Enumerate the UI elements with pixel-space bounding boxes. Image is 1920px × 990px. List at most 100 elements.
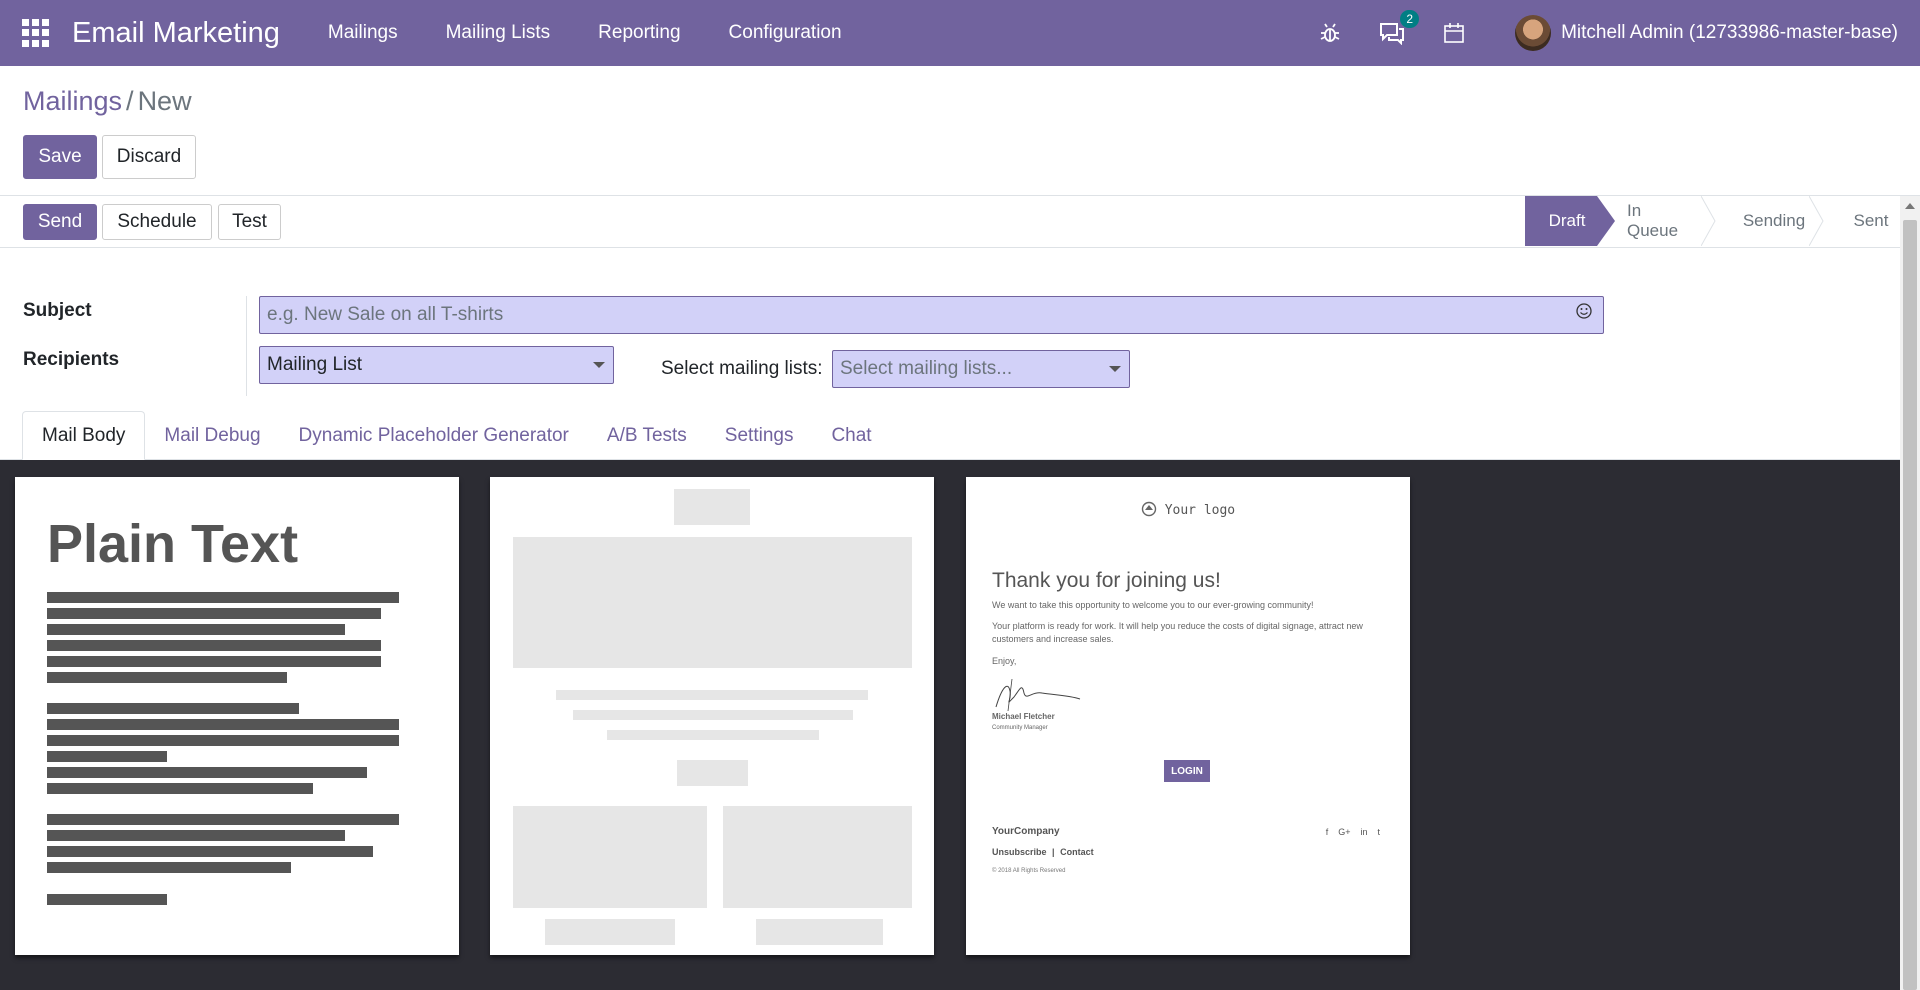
text-line	[47, 592, 399, 603]
schedule-button[interactable]: Schedule	[102, 204, 212, 240]
text-line	[47, 608, 381, 619]
text-line	[47, 735, 399, 746]
recipients-select[interactable]: Mailing List	[259, 346, 614, 384]
text-line	[47, 656, 381, 667]
tab-chat[interactable]: Chat	[812, 411, 890, 460]
stage-sent[interactable]: Sent	[1822, 196, 1900, 246]
text-line	[47, 751, 167, 762]
notebook-tabs: Mail Body Mail Debug Dynamic Placeholder…	[22, 411, 891, 460]
subject-input[interactable]: e.g. New Sale on all T-shirts	[259, 296, 1604, 334]
breadcrumb: Mailings / New	[23, 86, 192, 117]
template-welcome-line2: Your platform is ready for work. It will…	[992, 621, 1363, 644]
mailing-lists-label: Select mailing lists:	[661, 358, 823, 379]
save-button[interactable]: Save	[23, 135, 97, 179]
discard-button[interactable]: Discard	[102, 135, 196, 179]
tab-ab-tests[interactable]: A/B Tests	[588, 411, 706, 460]
logo-icon	[1141, 501, 1157, 517]
template-gallery: Plain Text Your logo Thank you for joini…	[0, 460, 1900, 990]
placeholder-column-left	[513, 806, 707, 908]
template-contact: Contact	[1060, 847, 1094, 857]
text-line	[47, 830, 345, 841]
emoji-icon[interactable]	[1575, 302, 1593, 320]
text-line	[47, 862, 291, 873]
user-avatar[interactable]	[1515, 15, 1552, 51]
menu-reporting[interactable]: Reporting	[598, 22, 680, 44]
placeholder-line	[573, 710, 853, 720]
recipients-value: Mailing List	[267, 354, 363, 375]
text-line	[47, 814, 399, 825]
template-signer-role: Community Manager	[992, 725, 1048, 731]
template-logo-text: Your logo	[1164, 503, 1236, 518]
placeholder-line	[607, 730, 819, 740]
tab-mail-debug[interactable]: Mail Debug	[145, 411, 279, 460]
bug-icon[interactable]	[1317, 20, 1343, 46]
stage-draft-label: Draft	[1548, 211, 1586, 230]
template-footer-links: Unsubscribe | Contact	[992, 847, 1094, 857]
google-plus-icon: G+	[1338, 827, 1351, 837]
placeholder-banner	[513, 537, 912, 668]
form-separator	[246, 296, 247, 396]
template-welcome-line1: We want to take this opportunity to welc…	[992, 600, 1314, 610]
template-plain-text-title: Plain Text	[47, 514, 299, 574]
placeholder-button	[677, 760, 748, 786]
tab-mail-body[interactable]: Mail Body	[22, 411, 146, 460]
dropdown-caret-icon	[1109, 366, 1121, 372]
message-count-badge: 2	[1400, 10, 1420, 28]
template-copyright: © 2018 All Rights Reserved	[992, 868, 1066, 874]
stage-sending[interactable]: Sending	[1714, 196, 1824, 246]
scroll-up-arrow-icon[interactable]	[1905, 203, 1915, 209]
breadcrumb-mailings[interactable]: Mailings	[23, 86, 122, 116]
vertical-scrollbar[interactable]	[1900, 196, 1920, 990]
template-welcome[interactable]: Your logo Thank you for joining us! We w…	[966, 477, 1410, 955]
template-welcome-title: Thank you for joining us!	[992, 569, 1221, 592]
messages-icon[interactable]: 2	[1379, 10, 1420, 46]
template-login-button: LOGIN	[1164, 760, 1210, 782]
stage-draft[interactable]: Draft	[1525, 196, 1615, 246]
menu-mailings[interactable]: Mailings	[328, 22, 398, 44]
twitter-icon: t	[1377, 827, 1380, 837]
template-layout[interactable]	[490, 477, 934, 955]
recipients-label: Recipients	[23, 349, 120, 370]
dropdown-caret-icon	[593, 362, 605, 368]
top-navbar: Email Marketing Mailings Mailing Lists R…	[0, 0, 1920, 66]
subject-label: Subject	[23, 300, 92, 321]
stage-sending-label: Sending	[1742, 211, 1806, 230]
user-menu[interactable]: Mitchell Admin (12733986-master-base)	[1561, 22, 1898, 44]
placeholder-button-right	[756, 919, 883, 945]
send-button[interactable]: Send	[23, 204, 97, 240]
navbar-systray: 2 Mitchell Admin (12733986-master-base)	[1299, 0, 1898, 66]
text-line	[47, 672, 287, 683]
text-line	[47, 894, 167, 905]
text-line	[47, 783, 313, 794]
text-line	[47, 624, 345, 635]
template-welcome-enjoy: Enjoy,	[992, 656, 1017, 666]
calendar-icon[interactable]	[1441, 20, 1467, 46]
tab-settings[interactable]: Settings	[706, 411, 813, 460]
menu-configuration[interactable]: Configuration	[729, 22, 842, 44]
text-line	[47, 703, 299, 714]
app-title[interactable]: Email Marketing	[72, 17, 280, 50]
template-social-icons: f G+ in t	[1326, 827, 1380, 837]
tab-dynamic-placeholder-generator[interactable]: Dynamic Placeholder Generator	[280, 411, 588, 460]
placeholder-button-left	[545, 919, 675, 945]
mailing-lists-placeholder: Select mailing lists...	[840, 358, 1013, 379]
statusbar: Send Schedule Test Draft In Queue Sendin…	[0, 196, 1900, 248]
signature-icon	[995, 678, 1081, 712]
placeholder-logo	[674, 489, 750, 525]
placeholder-column-right	[723, 806, 912, 908]
stage-in-queue-label: In Queue	[1627, 201, 1679, 240]
scroll-thumb[interactable]	[1903, 220, 1917, 990]
mailing-lists-select[interactable]: Select mailing lists...	[832, 350, 1130, 388]
template-unsubscribe: Unsubscribe	[992, 847, 1047, 857]
facebook-icon: f	[1325, 827, 1329, 837]
stage-sent-label: Sent	[1853, 211, 1889, 230]
template-logo-row: Your logo	[966, 501, 1410, 518]
test-button[interactable]: Test	[218, 204, 281, 240]
linkedin-icon: in	[1360, 827, 1368, 837]
template-plain-text[interactable]: Plain Text	[15, 477, 459, 955]
placeholder-line	[556, 690, 868, 700]
text-line	[47, 846, 373, 857]
text-line	[47, 767, 367, 778]
menu-mailing-lists[interactable]: Mailing Lists	[446, 22, 551, 44]
apps-menu-icon[interactable]	[22, 19, 50, 47]
